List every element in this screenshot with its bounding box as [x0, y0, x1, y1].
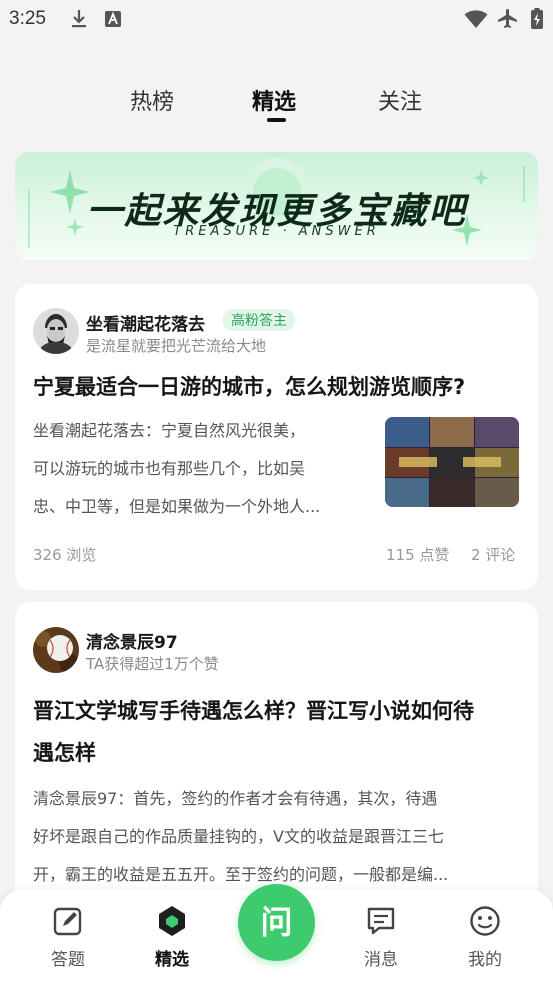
author-avatar-image: [33, 627, 79, 673]
title-line: 遇怎样: [33, 741, 96, 765]
status-bar: 3:25: [0, 0, 553, 40]
nav-label: 我的: [468, 950, 502, 970]
tab-hot-list[interactable]: 热榜: [130, 84, 174, 116]
excerpt-line: 可以游玩的城市也有那些几个，比如吴: [33, 459, 306, 478]
tab-featured[interactable]: 精选: [252, 84, 296, 116]
excerpt-line: 清念景辰97：首先，签约的作者才会有待遇，其次，待遇: [33, 789, 438, 808]
a-letter-icon: [105, 11, 121, 27]
excerpt-line: 好坏是跟自己的作品质量挂钩的，V文的收益是跟晋江三七: [33, 827, 444, 846]
banner-subtitle: TREASURE · ANSWER: [173, 224, 380, 239]
nav-messages[interactable]: 消息: [346, 904, 416, 970]
author-avatar-image: [33, 308, 79, 354]
tab-indicator: [267, 118, 286, 122]
nav-label: 消息: [364, 950, 398, 970]
excerpt-line: 坐看潮起花落去：宁夏自然风光很美，: [33, 421, 306, 440]
message-icon: [367, 907, 395, 935]
nav-profile[interactable]: 我的: [450, 904, 520, 970]
treasure-banner[interactable]: 一起来发现更多宝藏吧 TREASURE · ANSWER: [15, 152, 538, 260]
tab-following[interactable]: 关注: [378, 84, 422, 116]
question-title[interactable]: 晋江文学城写手待遇怎么样？晋江写小说如何待 遇怎样: [33, 690, 528, 774]
smiley-icon: [470, 906, 500, 936]
wifi-icon: [464, 10, 488, 28]
excerpt-line: 忠、中卫等，但是如果做为一个外地人...: [33, 497, 321, 516]
airplane-mode-icon: [498, 9, 517, 28]
author-name[interactable]: 清念景辰97: [86, 628, 178, 653]
like-count[interactable]: 115 点赞: [386, 544, 449, 565]
author-name[interactable]: 坐看潮起花落去: [86, 310, 205, 335]
battery-charging-icon: [531, 8, 543, 29]
answer-card[interactable]: 清念景辰97 TA获得超过1万个赞 晋江文学城写手待遇怎么样？晋江写小说如何待 …: [15, 602, 538, 922]
answer-card[interactable]: 坐看潮起花落去 高粉答主 是流星就要把光芒流给大地 宁夏最适合一日游的城市，怎么…: [15, 284, 538, 590]
title-line: 晋江文学城写手待遇怎么样？晋江写小说如何待: [33, 699, 474, 723]
status-badge: 高粉答主: [223, 309, 295, 331]
edit-icon: [53, 907, 82, 936]
answer-excerpt[interactable]: 坐看潮起花落去：宁夏自然风光很美， 可以游玩的城市也有那些几个，比如吴 忠、中卫…: [33, 412, 378, 526]
museum-thumbnail-image: [385, 417, 519, 507]
featured-icon: [159, 906, 185, 936]
answer-thumbnail[interactable]: [385, 417, 519, 507]
comment-count[interactable]: 2 评论: [471, 544, 515, 565]
status-time: 3:25: [9, 8, 46, 29]
download-icon: [72, 10, 86, 28]
nav-label: 精选: [155, 950, 189, 970]
ask-question-button[interactable]: 问: [238, 884, 315, 961]
author-description: 是流星就要把光芒流给大地: [86, 337, 267, 355]
avatar[interactable]: [33, 308, 79, 354]
answer-excerpt[interactable]: 清念景辰97：首先，签约的作者才会有待遇，其次，待遇 好坏是跟自己的作品质量挂钩…: [33, 780, 528, 894]
view-count: 326 浏览: [33, 546, 97, 564]
nav-featured[interactable]: 精选: [137, 904, 207, 970]
question-title[interactable]: 宁夏最适合一日游的城市，怎么规划游览顺序?: [33, 366, 528, 408]
author-description: TA获得超过1万个赞: [86, 655, 219, 673]
nav-label: 答题: [51, 950, 85, 970]
avatar[interactable]: [33, 627, 79, 673]
nav-answer[interactable]: 答题: [33, 904, 103, 970]
